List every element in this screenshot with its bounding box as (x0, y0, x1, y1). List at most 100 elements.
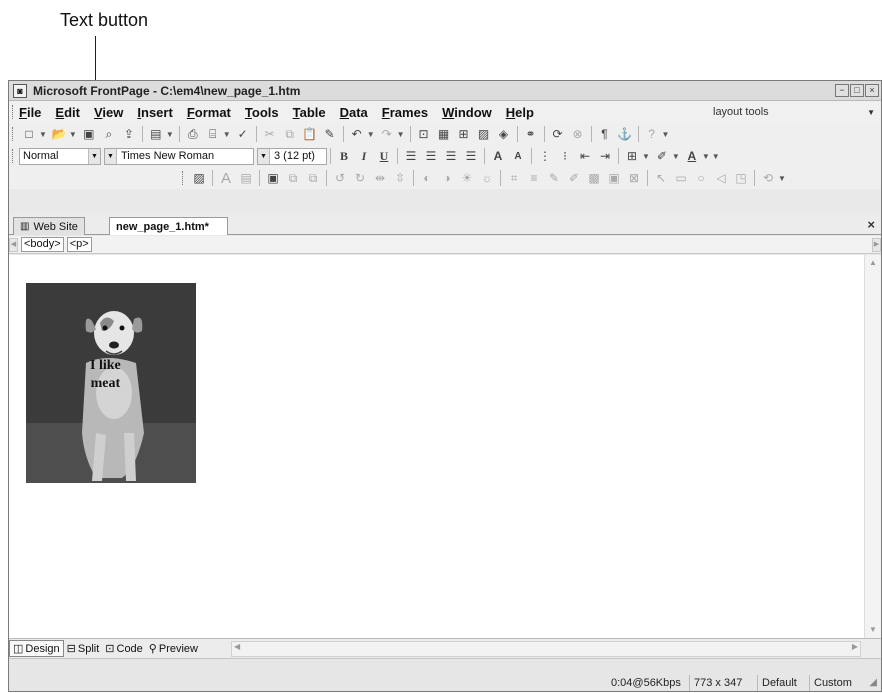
menu-edit[interactable]: Edit (55, 105, 80, 120)
rendering-mode[interactable]: Default (757, 675, 801, 691)
open-icon[interactable]: 📂 (51, 126, 67, 142)
menu-format[interactable]: Format (187, 105, 231, 120)
text-on-picture[interactable]: I like meat (90, 357, 121, 393)
restore-icon[interactable]: ⟲ (760, 170, 776, 186)
circular-hotspot-icon[interactable]: ○ (693, 170, 709, 186)
tag-p[interactable]: <p> (66, 237, 92, 252)
close-button[interactable]: × (865, 84, 879, 97)
toggle-pane-icon[interactable]: ▤ (148, 126, 164, 142)
menu-window[interactable]: Window (442, 105, 492, 120)
less-brightness-icon[interactable]: ☼ (479, 170, 495, 186)
split-view-button[interactable]: ⊟ Split (64, 640, 103, 657)
more-brightness-icon[interactable]: ☀ (459, 170, 475, 186)
format-painter-icon[interactable]: ✎ (322, 126, 338, 142)
pane-dropdown-icon[interactable]: ▼ (166, 130, 174, 139)
search-icon[interactable]: ⌕ (101, 126, 117, 142)
bring-forward-icon[interactable]: ⧉ (285, 170, 301, 186)
font-select[interactable]: Times New Roman ▼ (104, 147, 254, 165)
publish-icon[interactable]: ⇪ (121, 126, 137, 142)
crop-icon[interactable]: ⌗ (506, 170, 522, 186)
insert-picture-icon[interactable]: ▨ (191, 170, 207, 186)
align-right-icon[interactable]: ☰ (443, 148, 459, 164)
chevron-down-icon[interactable]: ▼ (105, 148, 117, 164)
cut-icon[interactable]: ✂ (262, 126, 278, 142)
vertical-scrollbar[interactable]: ▲ ▼ (864, 255, 881, 638)
font-size-select[interactable]: 3 (12 pt) ▼ (257, 147, 327, 165)
borders-dropdown-icon[interactable]: ▼ (642, 152, 650, 161)
increase-indent-icon[interactable]: ⇥ (597, 148, 613, 164)
tab-new-page-1[interactable]: new_page_1.htm* (109, 217, 228, 235)
toolbar-grip[interactable] (12, 105, 15, 119)
hyperlink-icon[interactable]: ⚭ (523, 126, 539, 142)
justify-icon[interactable]: ☰ (463, 148, 479, 164)
show-all-icon[interactable]: ¶ (597, 126, 613, 142)
scroll-left-icon[interactable]: ◀ (234, 642, 240, 651)
scroll-down-icon[interactable]: ▼ (865, 622, 881, 638)
align-center-icon[interactable]: ☰ (423, 148, 439, 164)
scroll-up-icon[interactable]: ▲ (865, 255, 881, 271)
insert-layer-icon[interactable]: ⊞ (456, 126, 472, 142)
paste-icon[interactable]: 📋 (302, 126, 318, 142)
design-canvas[interactable]: I like meat (9, 255, 865, 638)
page-size[interactable]: 773 x 347 (689, 675, 746, 691)
underline-button[interactable]: U (376, 148, 392, 164)
new-dropdown-icon[interactable]: ▼ (39, 130, 47, 139)
bold-button[interactable]: B (336, 148, 352, 164)
new-page-icon[interactable]: □ (21, 126, 37, 142)
highlight-icon[interactable]: ✐ (654, 148, 670, 164)
menu-file[interactable]: File (19, 105, 41, 120)
decrease-indent-icon[interactable]: ⇤ (577, 148, 593, 164)
format-picture-icon[interactable]: ✎ (546, 170, 562, 186)
design-view-button[interactable]: ◫ Design (9, 640, 64, 657)
dog-picture[interactable]: I like meat (26, 283, 196, 483)
copy-icon[interactable]: ⧉ (282, 126, 298, 142)
tag-body[interactable]: <body> (21, 237, 64, 252)
web-component-icon[interactable]: ⊡ (416, 126, 432, 142)
redo-icon[interactable]: ↷ (379, 126, 395, 142)
toolbar-grip[interactable] (12, 127, 15, 141)
more-contrast-icon[interactable]: ◐ (419, 170, 435, 186)
tab-web-site[interactable]: ▥ Web Site (13, 217, 85, 235)
menu-help[interactable]: Help (506, 105, 534, 120)
select-icon[interactable]: ↖ (653, 170, 669, 186)
menu-view[interactable]: View (94, 105, 123, 120)
highlight-hotspots-icon[interactable]: ◳ (733, 170, 749, 186)
spelling-icon[interactable]: ✓ (235, 126, 251, 142)
send-backward-icon[interactable]: ⧉ (305, 170, 321, 186)
flip-horizontal-icon[interactable]: ⇹ (372, 170, 388, 186)
toolbar-grip[interactable] (182, 171, 185, 185)
menu-insert[interactable]: Insert (137, 105, 172, 120)
redo-dropdown-icon[interactable]: ▼ (397, 130, 405, 139)
insert-table-icon[interactable]: ▦ (436, 126, 452, 142)
refresh-icon[interactable]: ⟳ (550, 126, 566, 142)
flip-vertical-icon[interactable]: ⇳ (392, 170, 408, 186)
maximize-button[interactable]: □ (850, 84, 864, 97)
anchor-icon[interactable]: ⚓ (617, 126, 633, 142)
menu-table[interactable]: Table (293, 105, 326, 120)
undo-dropdown-icon[interactable]: ▼ (367, 130, 375, 139)
bevel-icon[interactable]: ▣ (606, 170, 622, 186)
set-transparent-color-icon[interactable]: ✐ (566, 170, 582, 186)
polygonal-hotspot-icon[interactable]: ◁ (713, 170, 729, 186)
close-icon[interactable]: × (867, 217, 875, 232)
font-color-icon[interactable]: A (684, 148, 700, 164)
line-style-icon[interactable]: ≡ (526, 170, 542, 186)
less-contrast-icon[interactable]: ◑ (439, 170, 455, 186)
preview-dropdown-icon[interactable]: ▼ (223, 130, 231, 139)
custom-mode[interactable]: Custom (809, 675, 856, 691)
italic-button[interactable]: I (356, 148, 372, 164)
chevron-down-icon[interactable]: ▼ (88, 148, 100, 164)
chevron-down-icon[interactable]: ▼ (258, 148, 270, 164)
help-icon[interactable]: ? (644, 126, 660, 142)
toolbar-options-icon[interactable]: ▼ (662, 130, 670, 139)
menu-data[interactable]: Data (340, 105, 368, 120)
scroll-right-icon[interactable]: ▶ (852, 642, 858, 651)
highlight-dropdown-icon[interactable]: ▼ (672, 152, 680, 161)
app-icon[interactable]: ◙ (13, 83, 27, 98)
color-icon[interactable]: ▩ (586, 170, 602, 186)
rotate-right-icon[interactable]: ↻ (352, 170, 368, 186)
horizontal-scrollbar[interactable]: ◀ ▶ (231, 641, 861, 657)
preview-view-button[interactable]: ⚲ Preview (146, 640, 201, 657)
borders-icon[interactable]: ⊞ (624, 148, 640, 164)
resample-icon[interactable]: ⊠ (626, 170, 642, 186)
